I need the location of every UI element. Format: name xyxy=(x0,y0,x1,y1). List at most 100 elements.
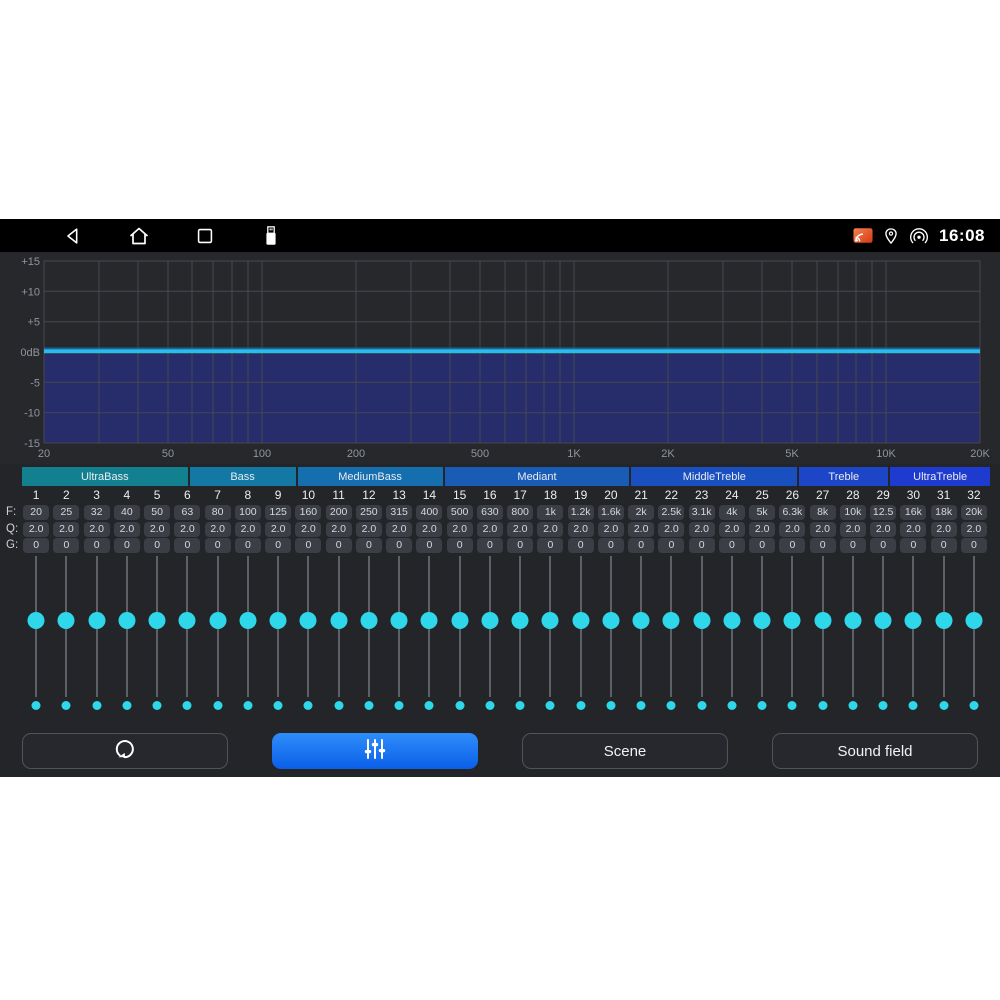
band-dot xyxy=(697,701,706,710)
slider-knob[interactable] xyxy=(209,612,226,629)
gain-value-box: 0 xyxy=(628,538,654,553)
slider-knob[interactable] xyxy=(179,612,196,629)
band-dot xyxy=(909,701,918,710)
gain-slider xyxy=(475,556,505,714)
slider-knob[interactable] xyxy=(723,612,740,629)
q-value-box: 2.0 xyxy=(840,522,866,537)
slider-knob[interactable] xyxy=(633,612,650,629)
band-group-bass[interactable]: Bass xyxy=(190,467,296,486)
band-dot xyxy=(243,701,252,710)
band-group-ultrabass[interactable]: UltraBass xyxy=(22,467,188,486)
slider-knob[interactable] xyxy=(330,612,347,629)
row-label-gain: G: xyxy=(6,539,22,551)
freq-tick-label: 100 xyxy=(253,448,271,460)
gain-slider xyxy=(21,556,51,714)
band-group-ultratreble[interactable]: UltraTreble xyxy=(890,467,990,486)
q-value-box: 2.0 xyxy=(477,522,503,537)
slider-knob[interactable] xyxy=(784,612,801,629)
slider-knob[interactable] xyxy=(844,612,861,629)
gain-value-box: 0 xyxy=(689,538,715,553)
q-value-box: 2.0 xyxy=(568,522,594,537)
band-group-treble[interactable]: Treble xyxy=(799,467,888,486)
band-dot xyxy=(485,701,494,710)
status-indicators: 16:08 xyxy=(852,225,1000,247)
q-value-box: 2.0 xyxy=(114,522,140,537)
band-group-mediant[interactable]: Mediant xyxy=(445,467,630,486)
frequency-value-box: 1.2k xyxy=(568,505,594,520)
slider-knob[interactable] xyxy=(391,612,408,629)
frequency-value-box: 25 xyxy=(53,505,79,520)
band-group-strip: UltraBassBass MediumBass Mediant MiddleTreb… xyxy=(22,467,990,486)
scene-button[interactable]: Scene xyxy=(522,733,728,769)
gain-value-box: 0 xyxy=(900,538,926,553)
q-value-box: 2.0 xyxy=(53,522,79,537)
slider-knob[interactable] xyxy=(58,612,75,629)
slider-knob[interactable] xyxy=(542,612,559,629)
slider-knob[interactable] xyxy=(270,612,287,629)
slider-knob[interactable] xyxy=(421,612,438,629)
band-dot xyxy=(213,701,222,710)
slider-knob[interactable] xyxy=(905,612,922,629)
slider-knob[interactable] xyxy=(118,612,135,629)
slider-knob[interactable] xyxy=(935,612,952,629)
q-value-box: 2.0 xyxy=(810,522,836,537)
back-icon[interactable] xyxy=(60,223,86,249)
q-value-box: 2.0 xyxy=(386,522,412,537)
band-dot xyxy=(183,701,192,710)
frequency-value-box: 4k xyxy=(719,505,745,520)
band-group-mediumbass[interactable]: MediumBass xyxy=(298,467,443,486)
band-group-label: MediumBass xyxy=(338,471,402,483)
band-number: 21 xyxy=(626,488,656,502)
slider-knob[interactable] xyxy=(663,612,680,629)
sound-field-button[interactable]: Sound field xyxy=(772,733,978,769)
band-group-label: Mediant xyxy=(517,471,556,483)
q-value-box: 2.0 xyxy=(416,522,442,537)
usb-icon[interactable] xyxy=(258,223,284,249)
reset-icon xyxy=(111,735,139,767)
q-value-box: 2.0 xyxy=(144,522,170,537)
screen-cast-icon xyxy=(852,225,874,247)
band-number: 32 xyxy=(959,488,989,502)
slider-knob[interactable] xyxy=(481,612,498,629)
frequency-value-box: 400 xyxy=(416,505,442,520)
band-number: 20 xyxy=(596,488,626,502)
slider-knob[interactable] xyxy=(965,612,982,629)
gain-value-box: 0 xyxy=(507,538,533,553)
slider-knob[interactable] xyxy=(814,612,831,629)
band-number: 30 xyxy=(898,488,928,502)
slider-knob[interactable] xyxy=(28,612,45,629)
eq-button[interactable] xyxy=(272,733,478,769)
gain-slider xyxy=(535,556,565,714)
band-group-middletreble[interactable]: MiddleTreble xyxy=(631,467,797,486)
gain-slider xyxy=(142,556,172,714)
slider-knob[interactable] xyxy=(754,612,771,629)
gain-slider xyxy=(566,556,596,714)
slider-knob[interactable] xyxy=(512,612,529,629)
band-number: 8 xyxy=(233,488,263,502)
slider-knob[interactable] xyxy=(451,612,468,629)
band-group-label: UltraTreble xyxy=(913,471,967,483)
db-tick-label: +5 xyxy=(27,317,40,329)
q-value-box: 2.0 xyxy=(295,522,321,537)
recents-icon[interactable] xyxy=(192,223,218,249)
band-dot xyxy=(727,701,736,710)
gain-value-box: 0 xyxy=(477,538,503,553)
slider-knob[interactable] xyxy=(239,612,256,629)
home-icon[interactable] xyxy=(126,223,152,249)
band-number: 24 xyxy=(717,488,747,502)
slider-knob[interactable] xyxy=(300,612,317,629)
band-dot xyxy=(546,701,555,710)
q-value-box: 2.0 xyxy=(719,522,745,537)
gain-value-box: 0 xyxy=(114,538,140,553)
slider-knob[interactable] xyxy=(88,612,105,629)
slider-knob[interactable] xyxy=(602,612,619,629)
slider-knob[interactable] xyxy=(693,612,710,629)
reset-button[interactable] xyxy=(22,733,228,769)
slider-knob[interactable] xyxy=(149,612,166,629)
band-number: 19 xyxy=(566,488,596,502)
band-dot xyxy=(153,701,162,710)
slider-knob[interactable] xyxy=(875,612,892,629)
slider-knob[interactable] xyxy=(572,612,589,629)
band-number: 29 xyxy=(868,488,898,502)
slider-knob[interactable] xyxy=(360,612,377,629)
